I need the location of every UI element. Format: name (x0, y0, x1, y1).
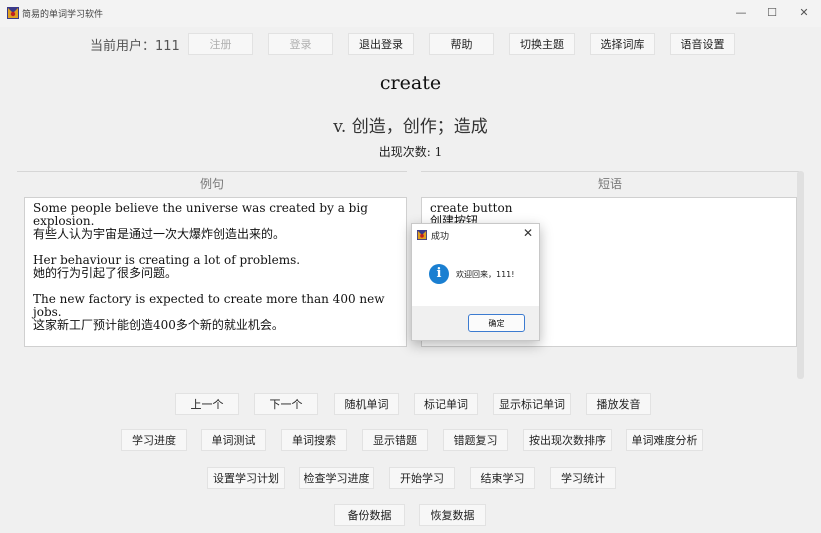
minimize-button[interactable]: — (726, 4, 756, 22)
maximize-button[interactable]: ☐ (757, 4, 787, 22)
example-en: Her behaviour is creating a lot of probl… (33, 253, 301, 267)
study-stats-button[interactable]: 学习统计 (550, 467, 616, 489)
app-icon (417, 230, 427, 240)
example-en: Some people believe the universe was cre… (33, 201, 368, 228)
occurrence-count: 出现次数: 1 (378, 145, 443, 159)
word-meaning: v. 创造，创作；造成 (333, 117, 488, 137)
show-marked-button[interactable]: 显示标记单词 (493, 393, 571, 415)
dialog-message: 欢迎回来，111! (456, 270, 515, 279)
dialog-title: 成功 (431, 232, 450, 242)
select-wordbank-button[interactable]: 选择词库 (590, 33, 655, 55)
app-icon (7, 7, 19, 19)
register-button[interactable]: 注册 (188, 33, 253, 55)
phrases-divider (421, 171, 799, 172)
example-en: The new factory is expected to create mo… (33, 292, 385, 319)
word-search-button[interactable]: 单词搜索 (281, 429, 347, 451)
sort-by-count-button[interactable]: 按出现次数排序 (523, 429, 612, 451)
example-zh: 这家新工厂预计能创造400多个新的就业机会。 (33, 318, 284, 332)
login-button[interactable]: 登录 (268, 33, 333, 55)
restore-data-button[interactable]: 恢复数据 (419, 504, 486, 526)
success-dialog: 成功 ✕ i 欢迎回来，111! 确定 (411, 223, 540, 341)
show-mistakes-button[interactable]: 显示错题 (362, 429, 428, 451)
window-title: 简易的单词学习软件 (22, 10, 104, 20)
start-study-button[interactable]: 开始学习 (389, 467, 455, 489)
info-icon: i (429, 264, 449, 284)
example-zh: 她的行为引起了很多问题。 (33, 266, 178, 280)
study-progress-button[interactable]: 学习进度 (121, 429, 187, 451)
close-button[interactable]: ✕ (789, 4, 819, 22)
logout-button[interactable]: 退出登录 (348, 33, 414, 55)
backup-data-button[interactable]: 备份数据 (334, 504, 405, 526)
current-user-label: 当前用户：111 (90, 39, 180, 54)
word-text: create (379, 72, 442, 94)
help-button[interactable]: 帮助 (429, 33, 494, 55)
dialog-close-icon[interactable]: ✕ (523, 226, 533, 240)
examples-heading: 例句 (199, 177, 224, 191)
dialog-footer: 确定 (412, 306, 539, 340)
phrases-heading: 短语 (597, 177, 622, 191)
previous-button[interactable]: 上一个 (175, 393, 239, 415)
voice-settings-button[interactable]: 语音设置 (670, 33, 735, 55)
play-pronunciation-button[interactable]: 播放发音 (586, 393, 651, 415)
mark-word-button[interactable]: 标记单词 (414, 393, 478, 415)
review-mistakes-button[interactable]: 错题复习 (443, 429, 508, 451)
set-plan-button[interactable]: 设置学习计划 (207, 467, 285, 489)
examples-divider (17, 171, 407, 172)
example-zh: 有些人认为宇宙是通过一次大爆炸创造出来的。 (33, 227, 286, 241)
next-button[interactable]: 下一个 (254, 393, 318, 415)
ok-button[interactable]: 确定 (468, 314, 525, 332)
word-test-button[interactable]: 单词测试 (201, 429, 266, 451)
check-progress-button[interactable]: 检查学习进度 (299, 467, 374, 489)
title-bar: 简易的单词学习软件 — ☐ ✕ (0, 0, 821, 27)
phrase-en: create button (430, 201, 513, 215)
difficulty-analysis-button[interactable]: 单词难度分析 (626, 429, 703, 451)
scrollbar[interactable] (797, 171, 804, 379)
switch-theme-button[interactable]: 切换主题 (509, 33, 575, 55)
random-word-button[interactable]: 随机单词 (334, 393, 399, 415)
end-study-button[interactable]: 结束学习 (470, 467, 535, 489)
examples-textbox[interactable]: Some people believe the universe was cre… (24, 197, 407, 347)
